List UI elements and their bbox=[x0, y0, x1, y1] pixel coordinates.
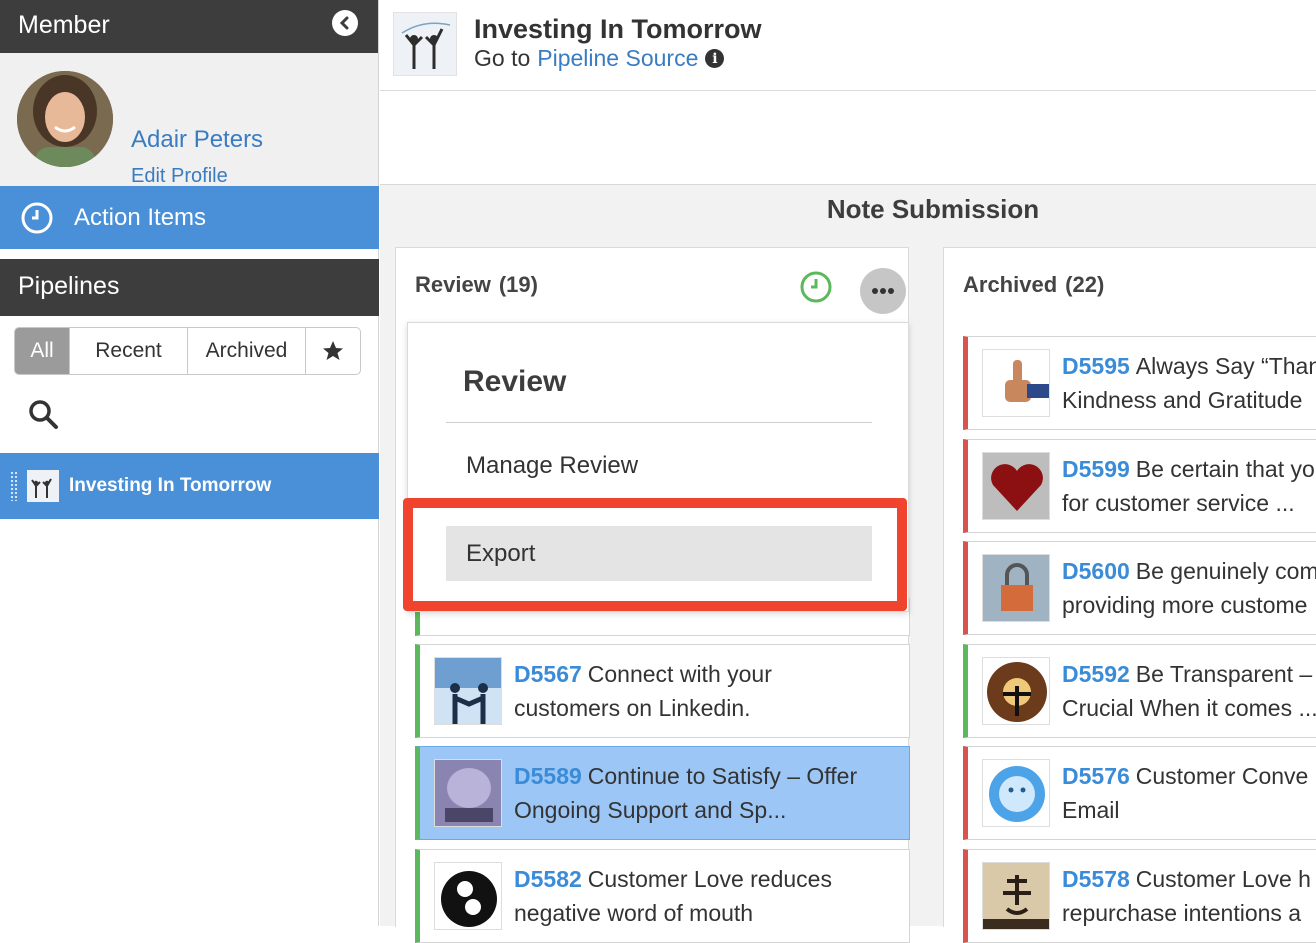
list-item[interactable]: D5576 Customer Conve Email bbox=[963, 746, 1316, 840]
goto-prefix: Go to bbox=[474, 45, 531, 71]
filter-starred-button[interactable] bbox=[306, 328, 360, 374]
edit-profile-link[interactable]: Edit Profile bbox=[131, 165, 228, 188]
star-icon bbox=[323, 341, 343, 360]
more-options-button[interactable] bbox=[860, 268, 906, 314]
card-thumbnail bbox=[434, 862, 502, 930]
page-title: Investing In Tomorrow bbox=[474, 14, 762, 44]
card-text: D5576 Customer Conve Email bbox=[1062, 759, 1316, 827]
pipeline-item-label: Investing In Tomorrow bbox=[69, 475, 272, 496]
card-id-link[interactable]: D5589 bbox=[514, 763, 582, 789]
list-item[interactable]: D5567 Connect with your customers on Link… bbox=[415, 644, 910, 738]
card-title-line: Customer Conve bbox=[1135, 763, 1309, 789]
card-text: D5578 Customer Love h repurchase intentio… bbox=[1062, 862, 1316, 930]
list-item[interactable]: D5600 Be genuinely com providing more cus… bbox=[963, 541, 1316, 635]
filter-all-button[interactable]: All bbox=[15, 328, 70, 374]
card-id-link[interactable]: D5578 bbox=[1062, 866, 1130, 892]
header-spacer bbox=[380, 91, 1316, 185]
review-count: (19) bbox=[498, 272, 538, 297]
card-text: D5600 Be genuinely com providing more cus… bbox=[1062, 554, 1316, 622]
card-thumbnail bbox=[982, 349, 1050, 417]
pipelines-header: Pipelines bbox=[0, 259, 379, 316]
card-title-line: Be certain that yo bbox=[1135, 456, 1315, 482]
card-text: D5592 Be Transparent – Crucial When it co… bbox=[1062, 657, 1316, 725]
drag-handle-icon[interactable] bbox=[10, 471, 18, 501]
pipeline-source-link[interactable]: Pipeline Source bbox=[537, 45, 698, 72]
pipeline-header: Investing In Tomorrow Go to Pipeline Sou… bbox=[380, 0, 1316, 91]
card-title-line: Kindness and Gratitude bbox=[1062, 387, 1303, 413]
card-title-line: Crucial When it comes ... bbox=[1062, 695, 1316, 721]
list-item[interactable]: D5599 Be certain that yo for customer ser… bbox=[963, 439, 1316, 533]
card-title-line: repurchase intentions a bbox=[1062, 900, 1302, 926]
card-title-line: Email bbox=[1062, 797, 1120, 823]
card-id-link[interactable]: D5600 bbox=[1062, 558, 1130, 584]
avatar[interactable] bbox=[17, 71, 113, 167]
card-id-link[interactable]: D5576 bbox=[1062, 763, 1130, 789]
review-column-header: Review (19) bbox=[415, 272, 538, 298]
export-highlight-annotation bbox=[403, 498, 907, 611]
card-thumbnail bbox=[982, 657, 1050, 725]
member-header: Member bbox=[0, 0, 378, 53]
card-title-line: Customer Love reduces bbox=[587, 866, 832, 892]
member-header-title: Member bbox=[18, 11, 110, 39]
card-id-link[interactable]: D5582 bbox=[514, 866, 582, 892]
archived-column-header: Archived (22) bbox=[963, 272, 1104, 298]
card-title-line: Connect with your bbox=[587, 661, 772, 687]
card-title-line: for customer service ... bbox=[1062, 490, 1295, 516]
filter-archived-button[interactable]: Archived bbox=[188, 328, 306, 374]
member-card: Adair Peters Edit Profile bbox=[0, 53, 378, 188]
pipeline-thumbnail bbox=[27, 470, 59, 502]
card-thumbnail bbox=[434, 759, 502, 827]
pipeline-filter-group: All Recent Archived bbox=[14, 327, 361, 375]
card-thumbnail bbox=[982, 759, 1050, 827]
archived-count: (22) bbox=[1065, 272, 1105, 297]
card-title-line: customers on Linkedin. bbox=[514, 695, 751, 721]
card-title-line: Always Say “Than bbox=[1135, 353, 1316, 379]
card-id-link[interactable]: D5595 bbox=[1062, 353, 1130, 379]
clock-icon bbox=[21, 202, 53, 233]
chevron-left-icon bbox=[339, 16, 349, 30]
list-item[interactable]: D5578 Customer Love h repurchase intentio… bbox=[963, 849, 1316, 943]
card-thumbnail bbox=[982, 862, 1050, 930]
pipeline-thumbnail bbox=[393, 12, 457, 76]
card-title-line: negative word of mouth bbox=[514, 900, 754, 926]
card-text: D5599 Be certain that yo for customer ser… bbox=[1062, 452, 1316, 520]
card-title-line: providing more custome bbox=[1062, 592, 1308, 618]
card-title-line: Ongoing Support and Sp... bbox=[514, 797, 787, 823]
clock-icon[interactable] bbox=[799, 270, 833, 304]
pipelines-title: Pipelines bbox=[18, 272, 120, 300]
card-id-link[interactable]: D5567 bbox=[514, 661, 582, 687]
card-thumbnail bbox=[982, 554, 1050, 622]
sidebar: Member Adair Peters Edit Profile Action … bbox=[0, 0, 379, 926]
filter-recent-button[interactable]: Recent bbox=[70, 328, 188, 374]
card-thumbnail bbox=[982, 452, 1050, 520]
card-title-line: Continue to Satisfy – Offer bbox=[587, 763, 858, 789]
menu-title: Review bbox=[463, 365, 567, 398]
list-item[interactable]: D5582 Customer Love reduces negative word… bbox=[415, 849, 910, 943]
collapse-sidebar-button[interactable] bbox=[332, 10, 358, 36]
card-title-line: Customer Love h bbox=[1135, 866, 1311, 892]
card-title-line: Be genuinely com bbox=[1135, 558, 1316, 584]
menu-divider bbox=[446, 422, 872, 423]
list-item[interactable]: D5589 Continue to Satisfy – Offer Ongoing… bbox=[415, 746, 910, 840]
pipeline-item-investing-in-tomorrow[interactable]: Investing In Tomorrow bbox=[0, 453, 379, 519]
info-icon[interactable]: i bbox=[705, 49, 725, 68]
action-items-nav[interactable]: Action Items bbox=[0, 186, 379, 249]
archived-column: Archived (22) D5595 Always Say “Than Kindn… bbox=[943, 247, 1316, 943]
card-thumbnail bbox=[434, 657, 502, 725]
archived-label: Archived bbox=[963, 272, 1058, 297]
search-icon[interactable] bbox=[27, 398, 59, 430]
card-id-link[interactable]: D5599 bbox=[1062, 456, 1130, 482]
review-label: Review bbox=[415, 272, 491, 297]
goto-line: Go to Pipeline Source i bbox=[474, 45, 725, 72]
card-text: D5595 Always Say “Than Kindness and Grati… bbox=[1062, 349, 1316, 417]
card-title-line: Be Transparent – bbox=[1135, 661, 1313, 687]
manage-review-menu-item[interactable]: Manage Review bbox=[446, 438, 872, 493]
list-item[interactable]: D5595 Always Say “Than Kindness and Grati… bbox=[963, 336, 1316, 430]
section-title: Note Submission bbox=[826, 194, 1040, 224]
card-id-link[interactable]: D5592 bbox=[1062, 661, 1130, 687]
member-name-link[interactable]: Adair Peters bbox=[131, 126, 263, 154]
list-item[interactable]: D5592 Be Transparent – Crucial When it co… bbox=[963, 644, 1316, 738]
action-items-label: Action Items bbox=[74, 203, 207, 231]
ellipsis-icon bbox=[872, 288, 894, 294]
